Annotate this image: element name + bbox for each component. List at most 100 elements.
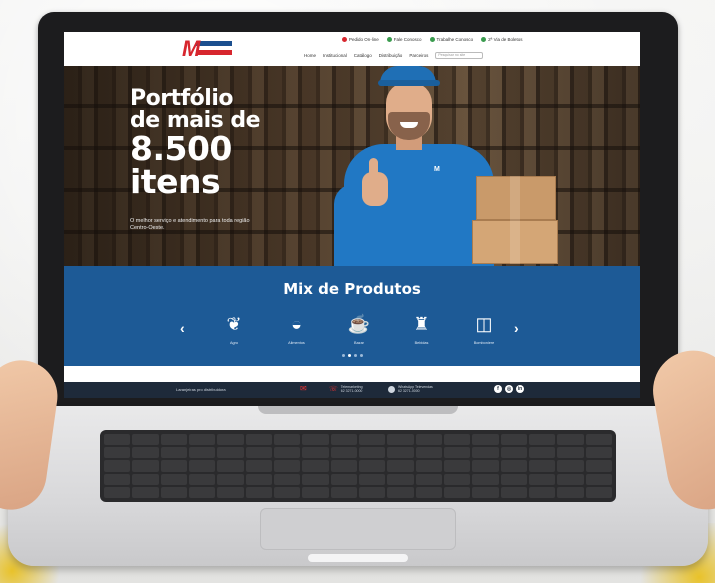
- mix-item-bebidas[interactable]: ♜ Bebidas: [402, 310, 442, 345]
- nav-home[interactable]: Home: [304, 53, 316, 58]
- carousel-next-button[interactable]: ›: [514, 320, 519, 336]
- nav-distribuicao[interactable]: Distribuição: [379, 53, 403, 58]
- nav-catalogo[interactable]: Catálogo: [354, 53, 372, 58]
- barcode-icon: [481, 37, 487, 42]
- keyboard-key: [330, 434, 357, 446]
- keyboard-key: [415, 460, 442, 472]
- keyboard-key: [585, 473, 612, 485]
- keyboard-key: [104, 473, 131, 485]
- top-link-pedido[interactable]: Pedido On-line: [342, 37, 379, 42]
- laptop-base: [8, 406, 708, 566]
- keyboard-key: [387, 447, 414, 459]
- facebook-icon[interactable]: f: [494, 385, 502, 393]
- keyboard-key: [585, 460, 612, 472]
- user-icon: [429, 37, 435, 42]
- keyboard-key: [472, 486, 499, 498]
- top-link-boletos[interactable]: 2ª Via de Boletos: [481, 37, 523, 42]
- hero-title-line3: 8.500: [130, 129, 232, 168]
- carousel-dot[interactable]: [354, 354, 357, 357]
- logo-bar-red: [198, 50, 232, 55]
- mail-icon[interactable]: ✉: [300, 385, 310, 393]
- keyboard-key: [444, 434, 471, 446]
- site-footer: Laranjeiras pro distribuidora ✉ ☏ Telema…: [64, 382, 640, 398]
- keyboard-key: [387, 473, 414, 485]
- worker-cap-brim: [378, 80, 440, 86]
- mix-item-bomboniere[interactable]: ◫ Bomboniere: [464, 310, 504, 345]
- carousel-dot-active[interactable]: [348, 354, 351, 357]
- carousel-dot[interactable]: [342, 354, 345, 357]
- carousel-prev-button[interactable]: ‹: [180, 320, 185, 336]
- footer-text: Laranjeiras pro distribuidora: [176, 387, 226, 392]
- top-link-trabalhe[interactable]: Trabalhe Conosco: [429, 37, 473, 42]
- keyboard-key: [444, 460, 471, 472]
- keyboard-key: [330, 447, 357, 459]
- keyboard-key: [302, 447, 329, 459]
- keyboard-key: [585, 447, 612, 459]
- keyboard-key: [274, 473, 301, 485]
- mix-item-bazar[interactable]: ☕ Bazar: [339, 310, 379, 345]
- site-logo[interactable]: M: [182, 36, 240, 61]
- linkedin-icon[interactable]: in: [516, 385, 524, 393]
- carousel-dots: [342, 354, 363, 357]
- mix-carousel: ❦ Agro ◒ Alimentos ☕ Bazar ♜ Bebidas ◫ B…: [214, 310, 504, 345]
- keyboard-key: [415, 447, 442, 459]
- keyboard-key: [387, 486, 414, 498]
- keyboard-key: [160, 447, 187, 459]
- bottles-icon: ♜: [413, 314, 430, 334]
- keyboard-key: [160, 486, 187, 498]
- keyboard-key: [557, 447, 584, 459]
- keyboard-key: [359, 447, 386, 459]
- laptop-trackpad: [260, 508, 456, 550]
- keyboard-key: [160, 473, 187, 485]
- keyboard-key: [387, 460, 414, 472]
- keyboard-key: [189, 460, 216, 472]
- top-links: Pedido On-line Fale Conosco Trabalhe Con…: [342, 37, 523, 42]
- logo-bar-blue: [196, 41, 232, 46]
- keyboard-key: [189, 447, 216, 459]
- cup-icon: ☕: [347, 314, 371, 334]
- keyboard-key: [302, 434, 329, 446]
- keyboard-key: [529, 460, 556, 472]
- keyboard-key: [132, 486, 159, 498]
- keyboard-key: [302, 486, 329, 498]
- keyboard-key: [529, 486, 556, 498]
- footer-phone[interactable]: ☏ Telemarketing 62 3271-0000: [329, 385, 363, 393]
- nav-institucional[interactable]: Institucional: [323, 53, 347, 58]
- keyboard-key: [217, 460, 244, 472]
- keyboard-key: [415, 486, 442, 498]
- top-link-fale[interactable]: Fale Conosco: [386, 37, 422, 42]
- top-link-label: 2ª Via de Boletos: [488, 37, 523, 42]
- keyboard-key: [557, 473, 584, 485]
- nav-parceiros[interactable]: Parceiros: [409, 53, 428, 58]
- box-tape: [510, 176, 520, 264]
- laptop-keyboard: [100, 430, 616, 502]
- keyboard-key: [245, 473, 272, 485]
- phone-icon: ☏: [329, 386, 338, 394]
- keyboard-key: [274, 434, 301, 446]
- thumbs-up-hand: [362, 172, 388, 206]
- keyboard-key: [415, 434, 442, 446]
- keyboard-key: [274, 486, 301, 498]
- keyboard-key: [387, 434, 414, 446]
- hero-title: Portfólio de mais de 8.500 itens: [130, 88, 261, 199]
- mix-item-label: Bebidas: [414, 341, 429, 345]
- top-link-label: Pedido On-line: [349, 37, 379, 42]
- keyboard-key: [500, 486, 527, 498]
- search-input[interactable]: Pesquisar no site: [435, 52, 484, 59]
- top-link-label: Fale Conosco: [393, 37, 422, 42]
- carousel-dot[interactable]: [360, 354, 363, 357]
- keyboard-key: [472, 473, 499, 485]
- keyboard-key: [217, 486, 244, 498]
- keyboard-key: [500, 434, 527, 446]
- keyboard-key: [472, 447, 499, 459]
- keyboard-key: [160, 434, 187, 446]
- keyboard-key: [557, 460, 584, 472]
- keyboard-key: [189, 434, 216, 446]
- keyboard-key: [132, 447, 159, 459]
- mix-item-agro[interactable]: ❦ Agro: [214, 310, 254, 345]
- mix-item-alimentos[interactable]: ◒ Alimentos: [277, 310, 317, 345]
- keyboard-key: [274, 460, 301, 472]
- footer-whatsapp[interactable]: WhatsApp Televendas 62 3271-0000: [388, 385, 433, 393]
- social-links: f ◎ in: [494, 385, 524, 393]
- instagram-icon[interactable]: ◎: [505, 385, 513, 393]
